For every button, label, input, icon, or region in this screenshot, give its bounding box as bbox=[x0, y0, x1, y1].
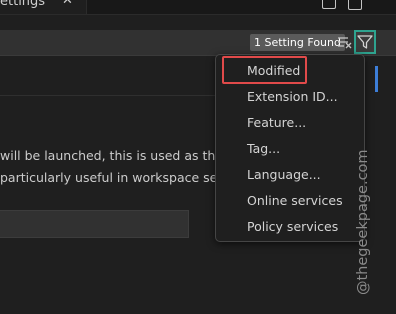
filter-button[interactable] bbox=[354, 30, 376, 54]
clear-filters-icon[interactable] bbox=[336, 34, 354, 51]
menu-item-extension-id[interactable]: Extension ID... bbox=[247, 89, 338, 104]
tab-settings-label: ettings bbox=[0, 0, 46, 9]
menu-item-language[interactable]: Language... bbox=[247, 167, 321, 182]
highlight-annotation-box bbox=[222, 56, 307, 84]
filter-icon bbox=[357, 35, 373, 49]
result-count-badge: 1 Setting Found bbox=[250, 34, 345, 51]
split-editor-icon[interactable] bbox=[348, 0, 362, 10]
run-icon[interactable] bbox=[322, 0, 336, 9]
menu-item-tag[interactable]: Tag... bbox=[247, 141, 280, 156]
menu-item-policy-services[interactable]: Policy services bbox=[247, 219, 338, 234]
editor-tab-bar: ettings ✕ bbox=[0, 0, 396, 15]
watermark: @thegeekpage.com bbox=[355, 149, 371, 295]
setting-description-line: particularly useful in workspace setting bbox=[0, 170, 247, 185]
setting-value-input[interactable] bbox=[0, 210, 189, 238]
scrollbar-thumb[interactable] bbox=[375, 66, 378, 92]
section-divider bbox=[0, 95, 216, 96]
setting-description-line: will be launched, this is used as the cu bbox=[0, 148, 242, 163]
menu-item-online-services[interactable]: Online services bbox=[247, 193, 343, 208]
menu-item-feature[interactable]: Feature... bbox=[247, 115, 306, 130]
close-icon[interactable]: ✕ bbox=[62, 0, 73, 8]
